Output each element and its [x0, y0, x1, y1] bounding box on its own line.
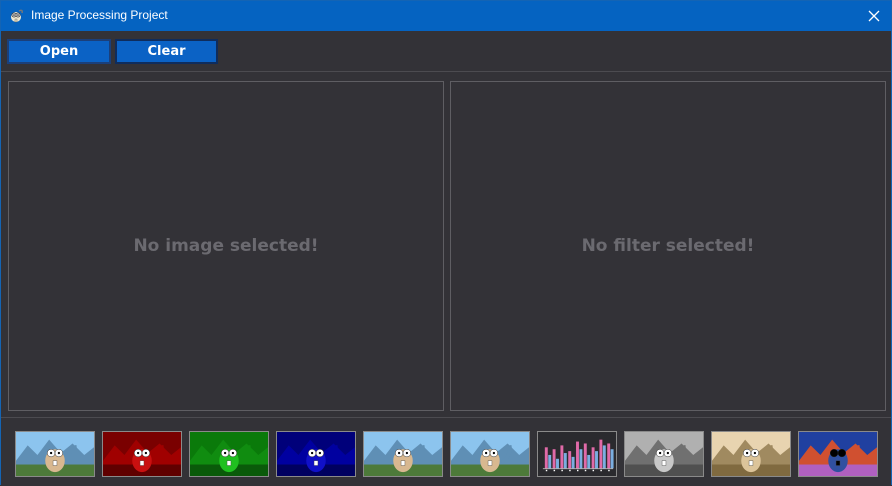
filter-thumb-sepia[interactable]: [711, 431, 791, 477]
clear-button[interactable]: Clear: [115, 39, 218, 64]
source-image-panel: No image selected!: [8, 81, 444, 411]
filter-thumb-red-channel[interactable]: [102, 431, 182, 477]
title-bar[interactable]: Image Processing Project: [1, 1, 891, 31]
filter-thumb-inverted[interactable]: [798, 431, 878, 477]
filter-thumb-blue-channel[interactable]: [276, 431, 356, 477]
filter-thumb-green-channel[interactable]: [189, 431, 269, 477]
filter-thumb-original[interactable]: [15, 431, 95, 477]
filtered-image-panel: No filter selected!: [450, 81, 886, 411]
filter-thumb-copy-2[interactable]: [450, 431, 530, 477]
filter-thumb-grayscale[interactable]: [624, 431, 704, 477]
filter-thumbnail-strip: [1, 417, 891, 486]
filter-thumb-copy[interactable]: [363, 431, 443, 477]
filter-placeholder: No filter selected!: [581, 236, 755, 256]
window-title: Image Processing Project: [31, 8, 168, 22]
source-placeholder: No image selected!: [133, 236, 319, 256]
mascot-icon: [9, 8, 25, 24]
filter-thumb-histogram[interactable]: [537, 431, 617, 477]
open-button[interactable]: Open: [7, 39, 111, 64]
app-window: Image Processing Project Open Clear No i…: [0, 0, 892, 486]
close-icon[interactable]: [863, 5, 885, 27]
toolbar: Open Clear: [1, 31, 891, 72]
